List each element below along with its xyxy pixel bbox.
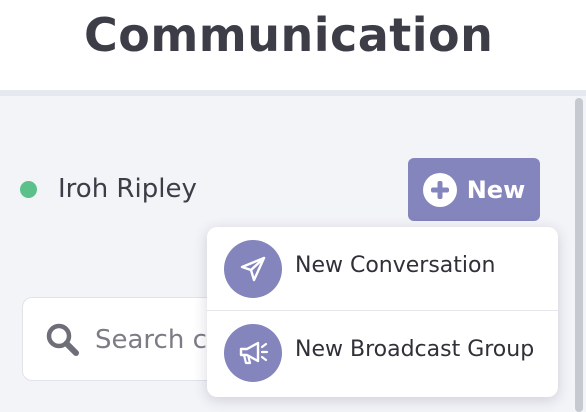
plus-circle-icon (422, 172, 457, 207)
megaphone-icon (224, 324, 282, 382)
menu-item-label: New Conversation (295, 253, 496, 278)
search-icon (46, 323, 79, 356)
page-title: Communication (84, 8, 494, 62)
scrollbar-thumb[interactable] (575, 98, 583, 412)
new-dropdown-menu: New Conversation New Broadcast Group (207, 227, 558, 397)
online-status-indicator (20, 181, 37, 198)
menu-item-label: New Broadcast Group (295, 337, 535, 362)
app-header: Communication (0, 0, 586, 90)
scrollbar[interactable] (572, 96, 586, 412)
header-divider (0, 90, 586, 96)
new-button[interactable]: New (408, 158, 540, 221)
send-icon (224, 240, 282, 298)
menu-item-new-broadcast-group[interactable]: New Broadcast Group (207, 311, 558, 395)
user-name: Iroh Ripley (58, 174, 197, 204)
menu-item-new-conversation[interactable]: New Conversation (207, 227, 558, 311)
new-button-label: New (466, 175, 526, 204)
